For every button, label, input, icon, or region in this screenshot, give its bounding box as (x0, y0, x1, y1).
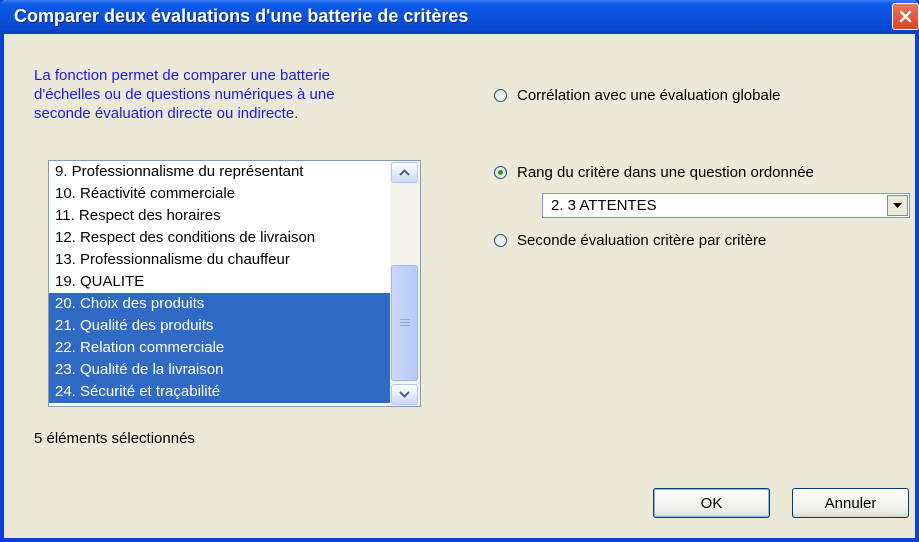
cancel-button[interactable]: Annuler (792, 488, 909, 518)
list-item[interactable]: 21. Qualité des produits (49, 315, 391, 337)
radio-rank[interactable]: Rang du critère dans une question ordonn… (494, 164, 814, 181)
list-item[interactable]: 23. Qualité de la livraison (49, 359, 391, 381)
chevron-up-icon (399, 169, 410, 176)
list-item[interactable]: 11. Respect des horaires (49, 205, 391, 227)
close-icon (899, 10, 912, 23)
radio-button[interactable] (494, 89, 507, 102)
criteria-listbox[interactable]: 9. Professionnalisme du représentant 10. … (48, 160, 421, 407)
list-item[interactable]: 12. Respect des conditions de livraison (49, 227, 391, 249)
criteria-list: 9. Professionnalisme du représentant 10. … (49, 161, 391, 403)
dialog-window: Comparer deux évaluations d'une batterie… (0, 0, 919, 542)
select-value: 2. 3 ATTENTES (551, 197, 657, 214)
grip-line (400, 325, 410, 326)
radio-second-label: Seconde évaluation critère par critère (517, 232, 767, 249)
radio-rank-label: Rang du critère dans une question ordonn… (517, 164, 814, 181)
list-item[interactable]: 9. Professionnalisme du représentant (49, 161, 391, 183)
window-title: Comparer deux évaluations d'une batterie… (14, 6, 469, 26)
radio-correlation[interactable]: Corrélation avec une évaluation globale (494, 87, 781, 104)
selection-count: 5 éléments sélectionnés (34, 430, 195, 447)
grip-line (400, 319, 410, 320)
list-item[interactable]: 20. Choix des produits (49, 293, 391, 315)
scrollbar-thumb[interactable] (391, 265, 418, 381)
select-dropdown-button[interactable] (887, 195, 908, 216)
list-item[interactable]: 24. Sécurité et traçabilité (49, 381, 391, 403)
list-item[interactable]: 22. Relation commerciale (49, 337, 391, 359)
grip-line (400, 322, 410, 323)
list-item[interactable]: 13. Professionnalisme du chauffeur (49, 249, 391, 271)
radio-correlation-label: Corrélation avec une évaluation globale (517, 87, 781, 104)
ok-button[interactable]: OK (653, 488, 770, 518)
radio-button[interactable] (494, 166, 507, 179)
vertical-scrollbar[interactable] (390, 161, 420, 406)
scroll-up-button[interactable] (391, 162, 418, 183)
chevron-down-icon (893, 203, 902, 208)
list-item[interactable]: 10. Réactivité commerciale (49, 183, 391, 205)
close-button[interactable] (892, 3, 919, 30)
function-description: La fonction permet de comparer une batte… (34, 67, 335, 122)
ordered-question-select[interactable]: 2. 3 ATTENTES (542, 193, 910, 218)
radio-button[interactable] (494, 234, 507, 247)
chevron-down-icon (399, 391, 410, 398)
scroll-down-button[interactable] (391, 384, 418, 405)
radio-second-evaluation[interactable]: Seconde évaluation critère par critère (494, 232, 766, 249)
list-item[interactable]: 19. QUALITE (49, 271, 391, 293)
title-bar[interactable]: Comparer deux évaluations d'une batterie… (0, 0, 919, 34)
